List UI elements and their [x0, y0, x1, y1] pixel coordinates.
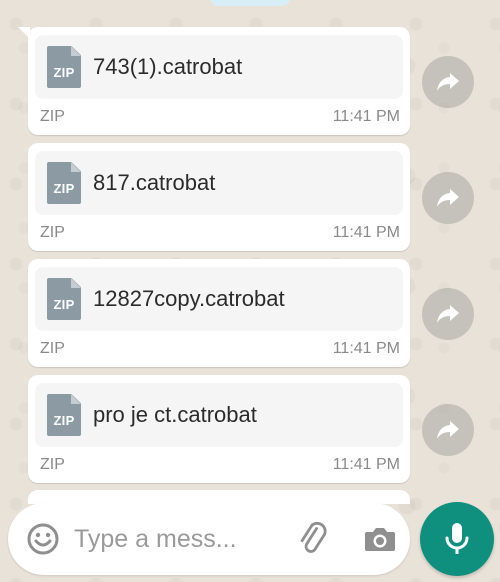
camera-icon: [365, 528, 395, 551]
file-name: 12827copy.catrobat: [93, 286, 285, 311]
forward-arrow-icon: [437, 73, 459, 91]
document-card[interactable]: ZIP 743(1).catrobat: [35, 35, 403, 99]
camera-button[interactable]: [362, 521, 398, 557]
zip-icon-label: ZIP: [53, 181, 75, 196]
message-input[interactable]: [74, 517, 274, 561]
file-type: ZIP: [40, 340, 65, 357]
attach-button[interactable]: [296, 521, 332, 557]
forward-arrow-icon: [437, 189, 459, 207]
zip-icon-label: ZIP: [53, 413, 75, 428]
forward-button[interactable]: [422, 288, 474, 340]
file-message[interactable]: ZIP 12827copy.catrobat ZIP 11:41 PM: [28, 259, 410, 367]
message-time: 11:41 PM: [332, 456, 400, 473]
file-name: 743(1).catrobat: [93, 54, 243, 79]
message-time: 11:41 PM: [332, 108, 400, 125]
emoji-button[interactable]: [26, 522, 60, 556]
file-name: pro je ct.catrobat: [93, 402, 257, 427]
zip-file-icon: ZIP: [47, 46, 81, 88]
forward-button[interactable]: [422, 172, 474, 224]
file-type: ZIP: [40, 108, 65, 125]
voice-message-button[interactable]: [420, 502, 494, 576]
zip-file-icon: ZIP: [47, 278, 81, 320]
file-message[interactable]: ZIP 743(1).catrobat ZIP 11:41 PM: [18, 27, 410, 135]
emoji-icon: [27, 523, 59, 555]
microphone-icon: [445, 523, 469, 554]
message-time: 11:41 PM: [332, 224, 400, 241]
file-name: 817.catrobat: [93, 170, 216, 195]
zip-file-icon: ZIP: [47, 162, 81, 204]
document-card[interactable]: ZIP pro je ct.catrobat: [35, 383, 403, 447]
paperclip-icon: [300, 521, 327, 553]
forward-button[interactable]: [422, 404, 474, 456]
message-time: 11:41 PM: [332, 340, 400, 357]
forward-arrow-icon: [437, 421, 459, 439]
document-card[interactable]: ZIP 817.catrobat: [35, 151, 403, 215]
zip-file-icon: ZIP: [47, 394, 81, 436]
message-composer: [8, 503, 410, 575]
file-message[interactable]: ZIP 817.catrobat ZIP 11:41 PM: [28, 143, 410, 251]
file-message[interactable]: ZIP pro je ct.catrobat ZIP 11:41 PM: [28, 375, 410, 483]
file-type: ZIP: [40, 456, 65, 473]
file-type: ZIP: [40, 224, 65, 241]
zip-icon-label: ZIP: [53, 297, 75, 312]
date-chip: [210, 0, 290, 6]
forward-button[interactable]: [422, 56, 474, 108]
zip-icon-label: ZIP: [53, 65, 75, 80]
next-message-peek: [28, 490, 410, 504]
forward-arrow-icon: [437, 305, 459, 323]
document-card[interactable]: ZIP 12827copy.catrobat: [35, 267, 403, 331]
